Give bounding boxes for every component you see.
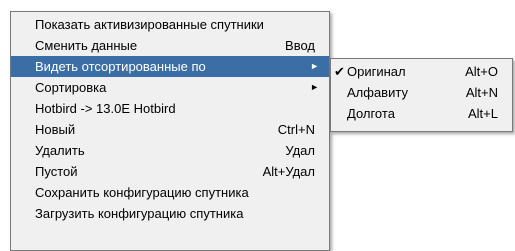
menu-item-shortcut: Alt+Удал xyxy=(262,164,315,179)
menu-item-view-sorted-by[interactable]: Видеть отсортированные по ► xyxy=(11,56,329,77)
menu-item-load-satellite-config[interactable]: Загрузить конфигурацию спутника xyxy=(11,203,329,224)
menu-item-shortcut: Alt+O xyxy=(465,64,498,79)
menu-item-label: Сменить данные xyxy=(35,38,138,53)
submenu-item-longitude[interactable]: Долгота Alt+L xyxy=(331,103,512,124)
menu-item-hotbird[interactable]: Hotbird -> 13.0E Hotbird xyxy=(11,98,329,119)
submenu-item-alphabet[interactable]: Алфавиту Alt+N xyxy=(331,82,512,103)
menu-item-shortcut: Ctrl+N xyxy=(277,122,315,137)
context-menu: Показать активизированные спутники Смени… xyxy=(10,11,330,251)
menu-item-label: Показать активизированные спутники xyxy=(35,17,264,32)
menu-item-label: Сортировка xyxy=(35,80,107,95)
submenu-sort-by: ✔ Оригинал Alt+O Алфавиту Alt+N Долгота … xyxy=(330,58,513,132)
submenu-arrow-icon: ► xyxy=(310,82,319,92)
menu-item-empty[interactable]: Пустой Alt+Удал xyxy=(11,161,329,182)
menu-item-shortcut: Alt+N xyxy=(465,85,498,100)
menu-item-save-satellite-config[interactable]: Сохранить конфигурацию спутника xyxy=(11,182,329,203)
menu-item-delete[interactable]: Удалить Удал xyxy=(11,140,329,161)
menu-item-label: Удалить xyxy=(35,143,85,158)
menu-item-sorting[interactable]: Сортировка ► xyxy=(11,77,329,98)
menu-item-label: Видеть отсортированные по xyxy=(35,59,206,74)
menu-item-shortcut: Alt+L xyxy=(468,106,498,121)
menu-item-show-activated-satellites[interactable]: Показать активизированные спутники xyxy=(11,14,329,35)
menu-item-label: Hotbird -> 13.0E Hotbird xyxy=(35,101,176,116)
menu-item-shortcut: Удал xyxy=(285,143,315,158)
submenu-item-original[interactable]: ✔ Оригинал Alt+O xyxy=(331,61,512,82)
menu-item-shortcut: Ввод xyxy=(285,38,315,53)
menu-item-label: Оригинал xyxy=(347,64,406,79)
submenu-arrow-icon: ► xyxy=(310,61,319,71)
menu-item-label: Алфавиту xyxy=(347,85,408,100)
menu-item-label: Пустой xyxy=(35,164,78,179)
menu-item-label: Загрузить конфигурацию спутника xyxy=(35,206,244,221)
menu-item-label: Долгота xyxy=(347,106,395,121)
menu-item-label: Сохранить конфигурацию спутника xyxy=(35,185,249,200)
checkmark-icon: ✔ xyxy=(334,64,345,79)
menu-item-label: Новый xyxy=(35,122,76,137)
menu-item-change-data[interactable]: Сменить данные Ввод xyxy=(11,35,329,56)
menu-item-new[interactable]: Новый Ctrl+N xyxy=(11,119,329,140)
